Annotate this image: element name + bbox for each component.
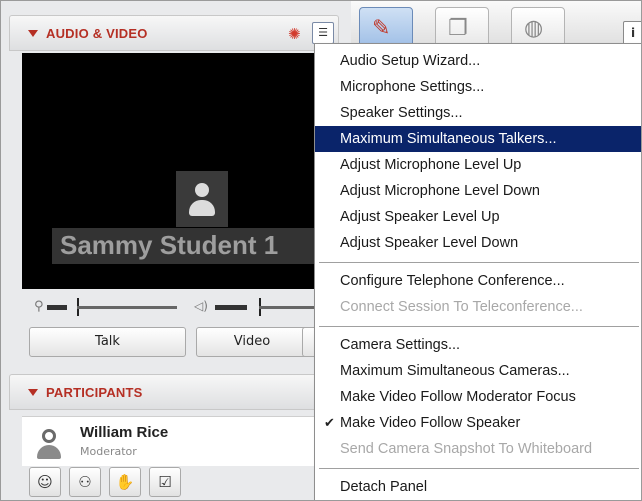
menu-item-video-follow-speaker[interactable]: ✔ Make Video Follow Speaker (315, 410, 641, 436)
video-name-overlay: Sammy Student 1 (52, 228, 335, 264)
menu-item-camera-settings[interactable]: Camera Settings... (315, 332, 641, 358)
menu-item-speaker-level-down[interactable]: Adjust Speaker Level Down (315, 230, 641, 256)
menu-item-label: Audio Setup Wizard... (340, 53, 481, 69)
participants-title: PARTICIPANTS (46, 385, 143, 400)
avatar-head-icon (195, 183, 209, 197)
speaker-level-fill (215, 305, 247, 310)
menu-item-label: Send Camera Snapshot To Whiteboard (340, 441, 593, 457)
app-share-icon: ❐ (448, 16, 468, 41)
menu-item-send-camera-snapshot: Send Camera Snapshot To Whiteboard (315, 436, 641, 462)
participant-row[interactable]: William Rice Moderator (22, 416, 322, 466)
panel-options-menu-icon[interactable]: ☰ (312, 22, 334, 44)
video-participant-name: Sammy Student 1 (60, 230, 279, 260)
video-button[interactable]: Video (196, 327, 308, 357)
audio-video-title: AUDIO & VIDEO (46, 26, 148, 41)
user-icon (37, 445, 61, 459)
participants-panel-header[interactable]: PARTICIPANTS (9, 374, 339, 410)
menu-item-label: Adjust Microphone Level Down (340, 183, 540, 199)
level-sliders: ⚲ ◁) (29, 297, 329, 317)
menu-item-max-simultaneous-cameras[interactable]: Maximum Simultaneous Cameras... (315, 358, 641, 384)
menu-separator (319, 262, 639, 264)
globe-icon: ◍ (524, 16, 544, 41)
gear-icon[interactable]: ✺ (288, 25, 306, 43)
menu-item-label: Adjust Speaker Level Up (340, 209, 500, 225)
mic-level-fill (47, 305, 67, 310)
menu-item-label: Maximum Simultaneous Talkers... (340, 131, 557, 147)
raise-hand-icon[interactable]: ✋ (109, 467, 141, 497)
menu-item-mic-level-down[interactable]: Adjust Microphone Level Down (315, 178, 641, 204)
menu-item-label: Make Video Follow Moderator Focus (340, 389, 576, 405)
menu-item-label: Speaker Settings... (340, 105, 463, 121)
menu-item-label: Maximum Simultaneous Cameras... (340, 363, 570, 379)
menu-item-mic-level-up[interactable]: Adjust Microphone Level Up (315, 152, 641, 178)
left-column: AUDIO & VIDEO ✺ ☰ Sammy Student 1 ⚲ ◁) T… (9, 9, 339, 500)
video-avatar-placeholder (176, 171, 228, 227)
talk-button[interactable]: Talk (29, 327, 186, 357)
menu-item-label: Make Video Follow Speaker (340, 415, 521, 431)
profile-icon[interactable]: ⚇ (69, 467, 101, 497)
collapse-triangle-icon[interactable] (28, 389, 38, 396)
menu-item-label: Microphone Settings... (340, 79, 485, 95)
menu-item-speaker-level-up[interactable]: Adjust Speaker Level Up (315, 204, 641, 230)
menu-item-configure-telephone-conference[interactable]: Configure Telephone Conference... (315, 268, 641, 294)
participant-role: Moderator (80, 445, 137, 458)
audio-video-panel-header[interactable]: AUDIO & VIDEO ✺ ☰ (9, 15, 339, 51)
menu-item-audio-setup-wizard[interactable]: Audio Setup Wizard... (315, 48, 641, 74)
microphone-icon: ⚲ (34, 299, 44, 314)
menu-item-label: Detach Panel (340, 479, 428, 495)
menu-item-label: Adjust Speaker Level Down (340, 235, 519, 251)
user-icon-head (42, 429, 56, 443)
info-icon[interactable]: i (623, 21, 641, 45)
speaker-icon: ◁) (194, 299, 208, 313)
menu-item-label: Configure Telephone Conference... (340, 273, 565, 289)
menu-item-microphone-settings[interactable]: Microphone Settings... (315, 74, 641, 100)
menu-item-label: Connect Session To Teleconference... (340, 299, 583, 315)
speaker-level-track[interactable] (259, 306, 319, 309)
app-window: AUDIO & VIDEO ✺ ☰ Sammy Student 1 ⚲ ◁) T… (0, 0, 642, 501)
whiteboard-icon: ✎ (372, 16, 391, 41)
avatar-body-icon (189, 200, 215, 216)
menu-item-detach-panel[interactable]: Detach Panel (315, 474, 641, 500)
menu-item-label: Adjust Microphone Level Up (340, 157, 522, 173)
top-toolbar: ✎ ❐ ◍ i (351, 1, 641, 49)
audio-video-options-menu: Audio Setup Wizard... Microphone Setting… (314, 43, 641, 500)
mic-level-track[interactable] (77, 306, 177, 309)
emoticon-icon[interactable]: ☺ (29, 467, 61, 497)
menu-item-label: Camera Settings... (340, 337, 461, 353)
menu-item-max-simultaneous-talkers[interactable]: Maximum Simultaneous Talkers... (315, 126, 641, 152)
menu-item-video-follow-moderator-focus[interactable]: Make Video Follow Moderator Focus (315, 384, 641, 410)
video-area: Sammy Student 1 (22, 53, 335, 289)
participant-name: William Rice (80, 424, 169, 441)
menu-separator (319, 468, 639, 470)
collapse-triangle-icon[interactable] (28, 30, 38, 37)
menu-item-connect-teleconference: Connect Session To Teleconference... (315, 294, 641, 320)
menu-item-speaker-settings[interactable]: Speaker Settings... (315, 100, 641, 126)
menu-separator (319, 326, 639, 328)
checkbox-icon[interactable]: ☑ (149, 467, 181, 497)
checkmark-icon: ✔ (324, 415, 335, 430)
